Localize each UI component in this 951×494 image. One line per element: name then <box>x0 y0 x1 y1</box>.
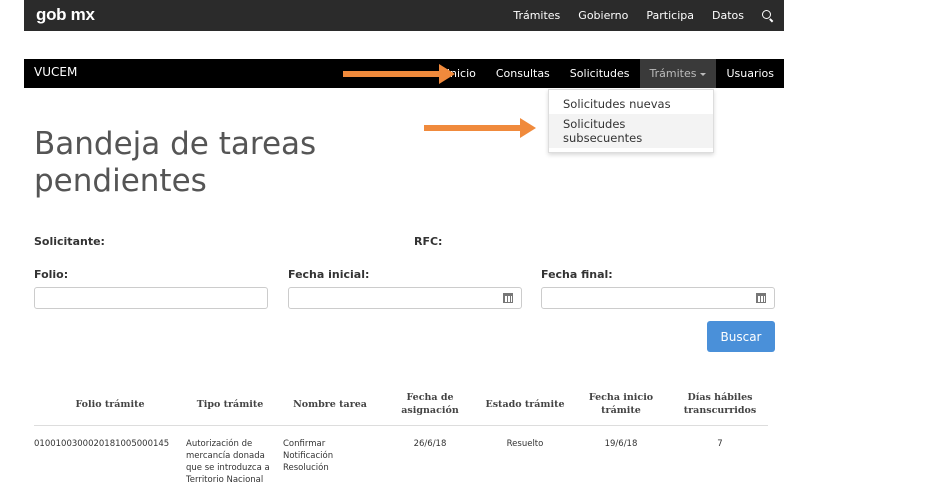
gov-nav: Trámites Gobierno Participa Datos <box>513 0 774 31</box>
th-fecha-inicio: Fecha inicio trámite <box>588 392 654 416</box>
fecha-final-label: Fecha final: <box>541 268 613 281</box>
calendar-icon[interactable] <box>503 293 513 303</box>
nav-consultas[interactable]: Consultas <box>486 59 560 88</box>
gov-nav-gobierno[interactable]: Gobierno <box>578 9 628 22</box>
calendar-icon[interactable] <box>756 293 766 303</box>
cell-folio[interactable]: 0100100300020181005000145 <box>34 438 174 450</box>
cell-dias-habiles: 7 <box>717 439 723 449</box>
app-brand[interactable]: VUCEM <box>34 65 77 79</box>
dropdown-item-solicitudes-subsecuentes[interactable]: Solicitudes subsecuentes <box>549 114 713 148</box>
nav-tramites[interactable]: Trámites <box>639 59 717 88</box>
folio-input[interactable] <box>34 287 268 309</box>
th-tipo-tramite: Tipo trámite <box>196 399 264 410</box>
page-title: Bandeja de tareas pendientes <box>34 126 317 199</box>
gov-nav-participa[interactable]: Participa <box>646 9 694 22</box>
th-estado-tramite: Estado trámite <box>485 399 565 410</box>
gov-nav-datos[interactable]: Datos <box>712 9 744 22</box>
fecha-inicial-input[interactable] <box>288 287 522 309</box>
nav-usuarios[interactable]: Usuarios <box>716 59 784 88</box>
fecha-inicial-label: Fecha inicial: <box>288 268 370 281</box>
cell-tipo-tramite: Autorización de mercancía donada que se … <box>186 439 270 485</box>
buscar-button[interactable]: Buscar <box>707 321 775 352</box>
chevron-down-icon <box>700 72 707 76</box>
gov-header: gob mx Trámites Gobierno Participa Datos <box>0 0 951 31</box>
dropdown-item-solicitudes-nuevas[interactable]: Solicitudes nuevas <box>549 94 713 114</box>
annotation-arrow-inicio <box>343 64 455 84</box>
nav-solicitudes[interactable]: Solicitudes <box>560 59 640 88</box>
th-fecha-asignacion: Fecha de asignación <box>401 392 459 416</box>
th-folio-tramite: Folio trámite <box>75 399 145 410</box>
nav-tramites-label: Trámites <box>649 67 697 80</box>
gov-logo[interactable]: gob mx <box>36 5 95 25</box>
gov-header-bar: gob mx Trámites Gobierno Participa Datos <box>24 0 784 31</box>
solicitante-label: Solicitante: <box>34 235 105 248</box>
search-icon[interactable] <box>762 9 774 22</box>
gov-nav-tramites[interactable]: Trámites <box>513 9 560 22</box>
cell-fecha-asignacion: 26/6/18 <box>413 439 447 449</box>
app-nav: Inicio Consultas Solicitudes Trámites Us… <box>437 59 784 88</box>
cell-estado: Resuelto <box>506 439 544 449</box>
rfc-label: RFC: <box>414 235 443 248</box>
th-nombre-tarea: Nombre tarea <box>293 399 367 410</box>
table-header-divider <box>34 425 768 426</box>
fecha-final-input[interactable] <box>541 287 775 309</box>
annotation-arrow-subsecuentes <box>424 118 536 138</box>
cell-nombre-tarea: Confirmar Notificación Resolución <box>283 439 334 473</box>
cell-fecha-inicio: 19/6/18 <box>604 439 638 449</box>
tramites-dropdown: Solicitudes nuevas Solicitudes subsecuen… <box>548 89 714 153</box>
folio-label: Folio: <box>34 268 69 281</box>
th-dias-habiles: Días hábiles transcurridos <box>683 392 757 416</box>
